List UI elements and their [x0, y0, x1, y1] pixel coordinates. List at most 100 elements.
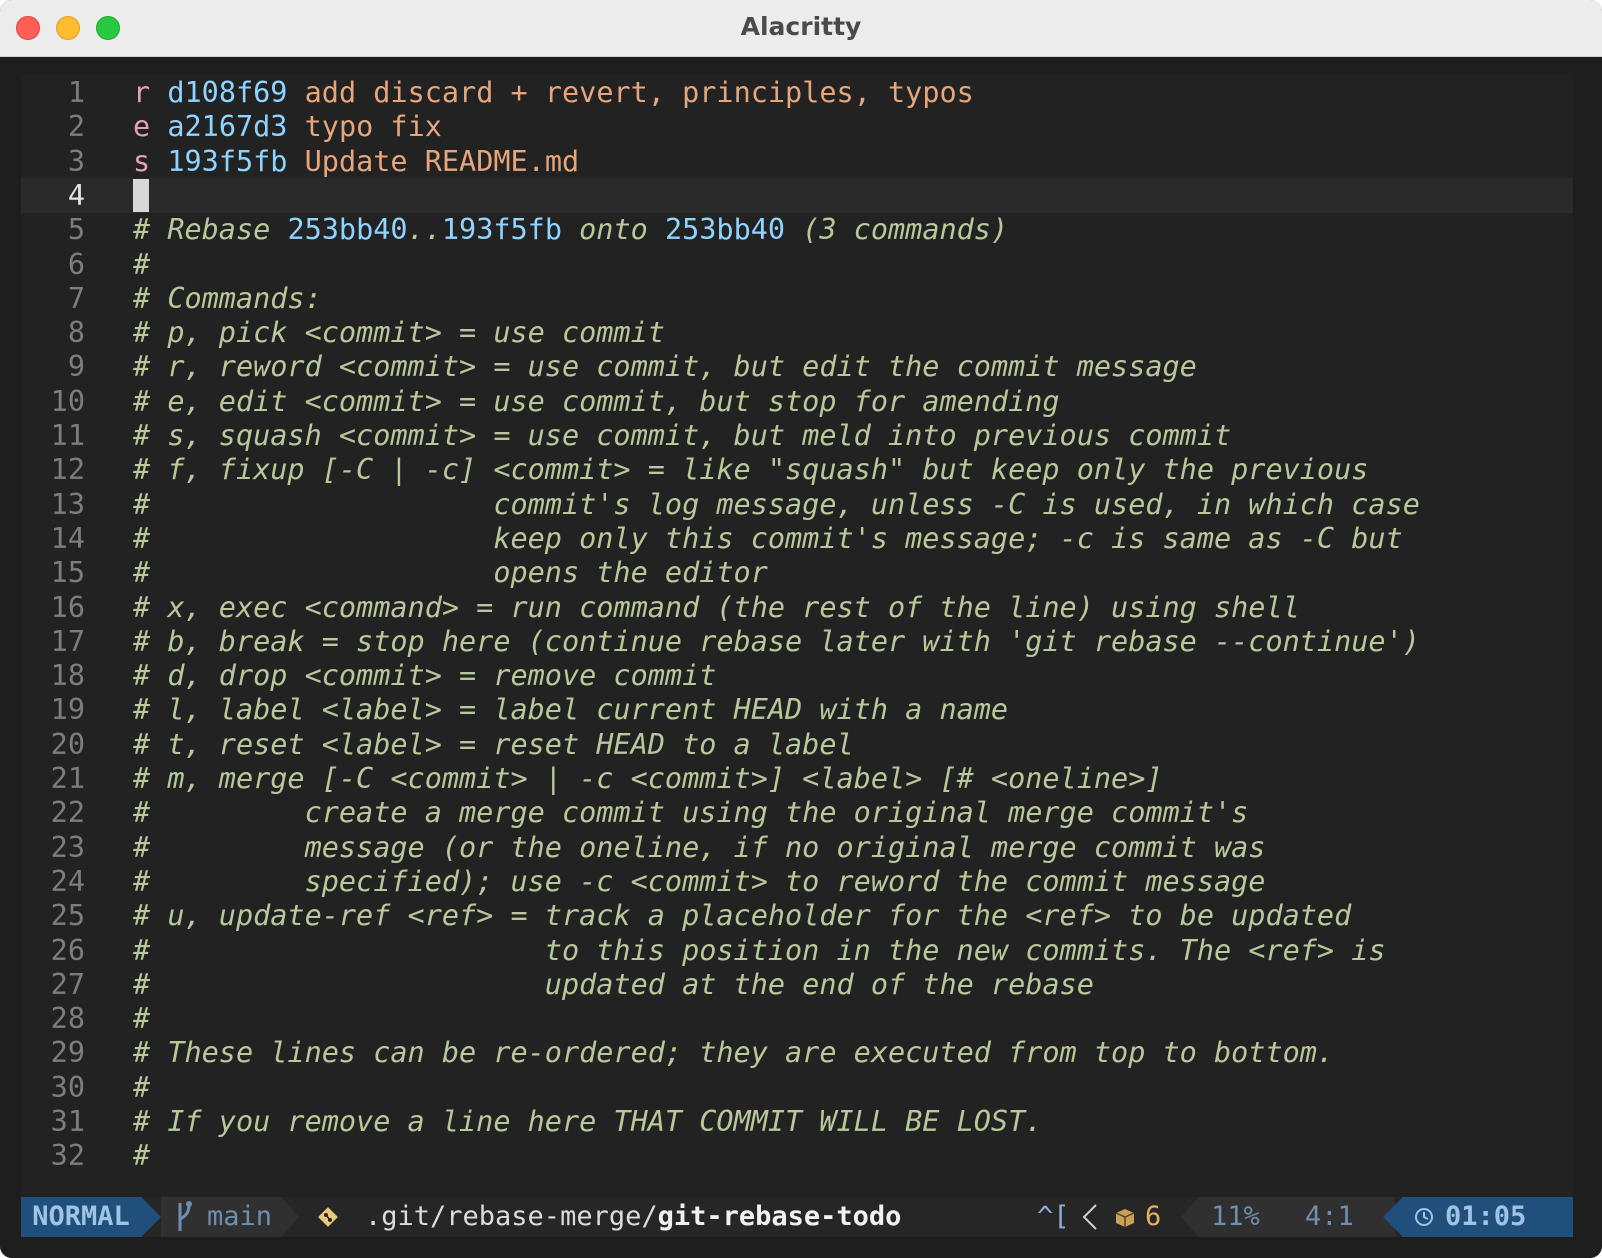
- line-number: 26: [50, 933, 85, 967]
- editor-line[interactable]: 23 # message (or the oneline, if no origi…: [21, 830, 1573, 865]
- editor-line[interactable]: 1 r d108f69 add discard + revert, princip…: [21, 75, 1573, 110]
- editor-line[interactable]: 8 # p, pick <commit> = use commit: [21, 315, 1573, 350]
- line-number: 16: [50, 590, 85, 624]
- editor-line[interactable]: 3 s 193f5fb Update README.md: [21, 144, 1573, 179]
- editor-line[interactable]: 28 #: [21, 1001, 1573, 1036]
- commit-hash: 253bb40: [287, 213, 408, 247]
- terminal-area[interactable]: 1 r d108f69 add discard + revert, princip…: [0, 57, 1602, 1258]
- commit-hash: d108f69: [167, 76, 288, 109]
- mode-indicator: NORMAL: [21, 1197, 141, 1237]
- line-content: # message (or the oneline, if no origina…: [133, 830, 1265, 865]
- line-number: 8: [67, 316, 85, 350]
- text-cursor: [133, 178, 149, 212]
- line-content: # b, break = stop here (continue rebase …: [133, 624, 1420, 659]
- editor-line[interactable]: 29 # These lines can be re-ordered; they …: [21, 1035, 1573, 1070]
- comment-text: # message (or the oneline, if no origina…: [133, 830, 1266, 864]
- scroll-percent: 11%: [1211, 1201, 1260, 1232]
- editor-line[interactable]: 4: [21, 177, 1573, 213]
- editor-line[interactable]: 20 # t, reset <label> = reset HEAD to a l…: [21, 727, 1573, 762]
- editor-line[interactable]: 31 # If you remove a line here THAT COMMI…: [21, 1104, 1573, 1139]
- comment-text: #: [133, 247, 151, 281]
- comment-text: # to this position in the new commits. T…: [133, 933, 1386, 967]
- comment-text: # keep only this commit's message; -c is…: [133, 521, 1403, 555]
- editor-line[interactable]: 15 # opens the editor: [21, 555, 1573, 590]
- file-path: .git/rebase-merge/git-rebase-todo: [365, 1197, 901, 1237]
- comment-text: # x, exec <command> = run command (the r…: [133, 590, 1300, 624]
- line-content: #: [133, 1001, 150, 1036]
- editor-line[interactable]: 17 # b, break = stop here (continue rebas…: [21, 624, 1573, 659]
- comment-text: # e, edit <commit> = use commit, but sto…: [133, 384, 1060, 418]
- editor-line[interactable]: 24 # specified); use -c <commit> to rewor…: [21, 864, 1573, 899]
- comment-text: # s, squash <commit> = use commit, but m…: [133, 419, 1232, 452]
- comment-text: # d, drop <commit> = remove commit: [133, 659, 717, 693]
- comment-text: # Rebase 253bb40..193f5fb onto 253bb40 (…: [133, 213, 1009, 247]
- editor-line[interactable]: 27 # updated at the end of the rebase: [21, 967, 1573, 1002]
- line-content: # s, squash <commit> = use commit, but m…: [133, 418, 1231, 453]
- line-number: 28: [50, 1002, 85, 1036]
- line-number: 22: [50, 796, 85, 830]
- editor-line[interactable]: 16 # x, exec <command> = run command (the…: [21, 590, 1573, 625]
- editor-line[interactable]: 13 # commit's log message, unless -C is u…: [21, 487, 1573, 522]
- comment-text: # f, fixup [-C | -c] <commit> = like "sq…: [133, 453, 1369, 487]
- editor-line[interactable]: 2 e a2167d3 typo fix: [21, 109, 1573, 144]
- editor-line[interactable]: 9 # r, reword <commit> = use commit, but …: [21, 349, 1573, 384]
- editor-line[interactable]: 19 # l, label <label> = label current HEA…: [21, 692, 1573, 727]
- line-content: # keep only this commit's message; -c is…: [133, 521, 1403, 556]
- line-content: # u, update-ref <ref> = track a placehol…: [133, 898, 1351, 933]
- git-branch-icon: [178, 1201, 192, 1231]
- line-number: 24: [50, 864, 85, 898]
- right-separator: [1181, 1197, 1199, 1237]
- pending-keys: ^[: [1037, 1201, 1070, 1232]
- package-icon: [1115, 1209, 1135, 1227]
- line-number: 27: [50, 967, 85, 1001]
- commit-hash: 193f5fb: [441, 213, 562, 247]
- status-line: NORMAL main .git/rebase-merge/git-rebase…: [21, 1197, 1573, 1237]
- time-separator: [1383, 1197, 1403, 1237]
- editor-line[interactable]: 26 # to this position in the new commits.…: [21, 933, 1573, 968]
- comment-text: # l, label <label> = label current HEAD …: [133, 693, 1009, 727]
- branch-name: main: [207, 1201, 273, 1232]
- line-number: 21: [50, 762, 85, 795]
- comment-text: #: [133, 1002, 151, 1036]
- line-content: r d108f69 add discard + revert, principl…: [133, 75, 974, 110]
- editor-line[interactable]: 18 # d, drop <commit> = remove commit: [21, 658, 1573, 693]
- rebase-command: r: [133, 76, 151, 109]
- line-content: e a2167d3 typo fix: [133, 109, 442, 144]
- file-dir: .git/rebase-merge/: [365, 1201, 658, 1232]
- editor-line[interactable]: 5 # Rebase 253bb40..193f5fb onto 253bb40 …: [21, 212, 1573, 247]
- line-number: 29: [50, 1036, 85, 1070]
- line-content: # d, drop <commit> = remove commit: [133, 658, 716, 693]
- editor-line[interactable]: 25 # u, update-ref <ref> = track a placeh…: [21, 898, 1573, 933]
- line-content: # If you remove a line here THAT COMMIT …: [133, 1104, 1042, 1139]
- line-number: 1: [67, 76, 85, 109]
- editor-line[interactable]: 10 # e, edit <commit> = use commit, but s…: [21, 384, 1573, 419]
- editor-line[interactable]: 21 # m, merge [-C <commit> | -c <commit>]…: [21, 761, 1573, 796]
- file-name: git-rebase-todo: [657, 1201, 902, 1232]
- editor-line[interactable]: 14 # keep only this commit's message; -c …: [21, 521, 1573, 556]
- editor-line[interactable]: 22 # create a merge commit using the orig…: [21, 795, 1573, 830]
- editor-line[interactable]: 11 # s, squash <commit> = use commit, but…: [21, 418, 1573, 453]
- line-content: # opens the editor: [133, 555, 768, 590]
- line-number: 11: [50, 419, 85, 452]
- line-content: # specified); use -c <commit> to reword …: [133, 864, 1265, 899]
- editor-buffer[interactable]: 1 r d108f69 add discard + revert, princip…: [21, 75, 1573, 1197]
- line-number: 14: [50, 521, 85, 555]
- comment-text: # commit's log message, unless -C is use…: [133, 487, 1420, 521]
- line-content: # create a merge commit using the origin…: [133, 795, 1248, 830]
- editor-line[interactable]: 12 # f, fixup [-C | -c] <commit> = like "…: [21, 452, 1573, 487]
- editor-line[interactable]: 32 #: [21, 1138, 1573, 1173]
- line-number: 18: [50, 659, 85, 693]
- comment-text: # Commands:: [133, 281, 322, 315]
- editor-line[interactable]: 30 #: [21, 1070, 1573, 1105]
- chevron-left-icon: [1082, 1204, 1097, 1230]
- cursor-position: 4:1: [1305, 1201, 1354, 1232]
- comment-text: # m, merge [-C <commit> | -c <commit>] <…: [133, 762, 1163, 795]
- commit-message: add discard + revert, principles, typos: [304, 76, 974, 109]
- line-content: # p, pick <commit> = use commit: [133, 315, 665, 350]
- comment-text: # b, break = stop here (continue rebase …: [133, 624, 1420, 658]
- editor-line[interactable]: 6 #: [21, 247, 1573, 282]
- line-content: # l, label <label> = label current HEAD …: [133, 692, 1008, 727]
- line-content: # Commands:: [133, 281, 322, 316]
- editor-line[interactable]: 7 # Commands:: [21, 281, 1573, 316]
- line-number: 19: [50, 693, 85, 727]
